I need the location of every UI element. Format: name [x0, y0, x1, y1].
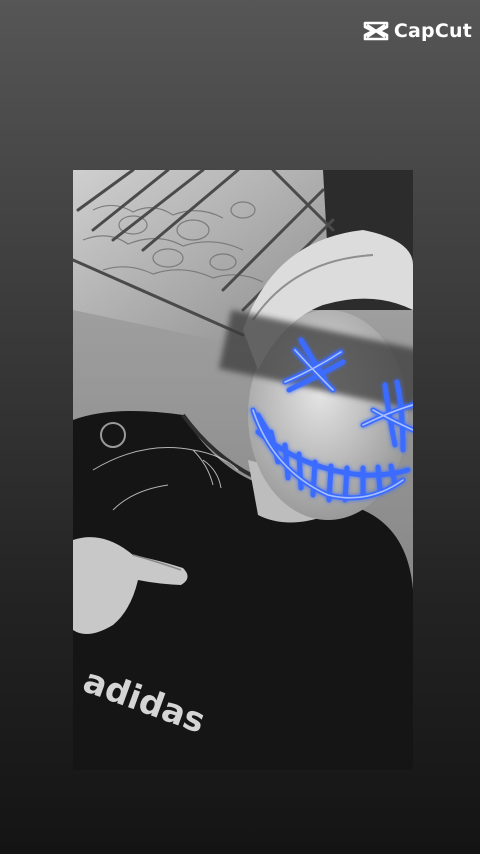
- neon-purge-mask-icon: [250, 337, 413, 503]
- video-frame: adidas: [73, 170, 413, 770]
- capcut-watermark: CapCut: [363, 20, 472, 42]
- capcut-logo-icon: [363, 21, 389, 41]
- capcut-brand-name: CapCut: [393, 20, 472, 42]
